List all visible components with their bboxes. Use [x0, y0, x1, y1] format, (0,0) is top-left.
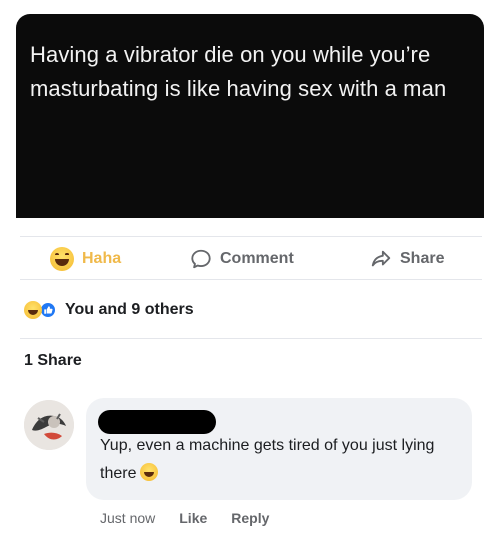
- reaction-icons: [24, 301, 57, 319]
- comment-bubble: Yup, even a machine gets tired of you ju…: [86, 398, 472, 500]
- comment-button[interactable]: Comment: [190, 245, 294, 273]
- haha-label: Haha: [82, 250, 122, 267]
- post-text: Having a vibrator die on you while you’r…: [30, 42, 447, 101]
- divider: [20, 338, 482, 339]
- post-card: Having a vibrator die on you while you’r…: [16, 14, 484, 218]
- share-button[interactable]: Share: [370, 245, 444, 273]
- post-action-bar: Haha Comment Share: [20, 236, 482, 280]
- share-label: Share: [400, 250, 445, 267]
- comment-reply-button[interactable]: Reply: [231, 510, 269, 526]
- haha-icon: [24, 301, 42, 319]
- redacted-commenter-name: [98, 410, 216, 434]
- comment-icon: [191, 249, 211, 269]
- haha-reaction-button[interactable]: Haha: [50, 245, 121, 273]
- reaction-summary[interactable]: You and 9 others: [24, 298, 194, 322]
- comment-text: Yup, even a machine gets tired of you ju…: [100, 432, 460, 488]
- reaction-summary-text: You and 9 others: [65, 301, 194, 318]
- share-icon: [371, 250, 391, 267]
- haha-icon: [140, 463, 159, 481]
- comment-label: Comment: [220, 250, 294, 267]
- share-count[interactable]: 1 Share: [24, 352, 82, 370]
- haha-icon: [50, 247, 74, 271]
- comment-meta: Just now Like Reply: [100, 510, 269, 526]
- comment-time: Just now: [100, 510, 156, 526]
- comment-like-button[interactable]: Like: [179, 510, 207, 526]
- avatar[interactable]: [24, 400, 74, 450]
